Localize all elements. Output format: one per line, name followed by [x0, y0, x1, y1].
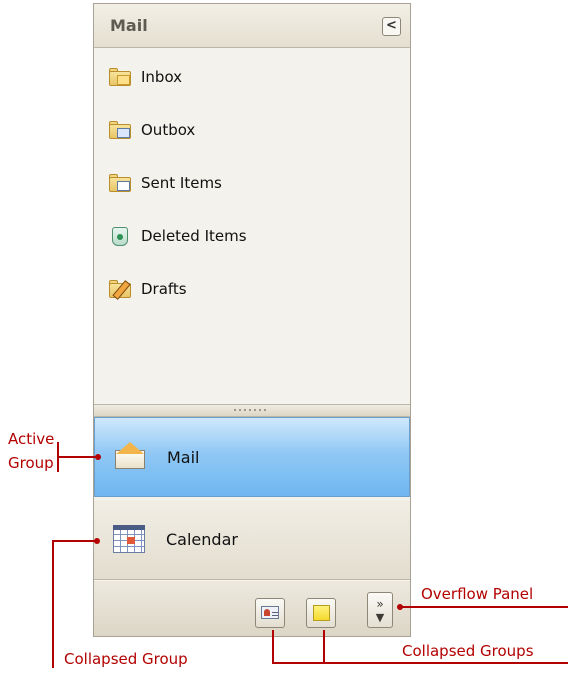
splitter-handle[interactable] — [94, 404, 410, 417]
overflow-panel: » ▼ — [94, 581, 410, 636]
group-mail-active[interactable]: Mail — [94, 417, 410, 497]
callout-dot — [95, 454, 101, 460]
callout-line — [52, 540, 54, 668]
grip-dots-icon — [234, 409, 268, 411]
navbar-header: Mail < — [94, 4, 410, 48]
navigation-bar: Mail < Inbox Outbox Sent Items Deleted I… — [93, 3, 411, 637]
overflow-menu-button[interactable]: » ▼ — [367, 592, 393, 628]
sent-folder-icon — [108, 172, 132, 194]
mail-envelope-icon — [113, 442, 147, 472]
callout-dot — [397, 604, 403, 610]
folder-item-label: Inbox — [141, 68, 183, 86]
folder-item-sent-items[interactable]: Sent Items — [108, 170, 398, 196]
folder-item-inbox[interactable]: Inbox — [108, 64, 398, 90]
callout-line — [272, 662, 568, 664]
group-label: Calendar — [166, 530, 238, 549]
folder-item-label: Outbox — [141, 121, 196, 139]
callout-active-group-line1: Active — [8, 430, 55, 448]
callout-overflow-panel: Overflow Panel — [421, 585, 534, 603]
double-chevron-icon: » — [376, 597, 384, 611]
callout-line — [57, 456, 98, 458]
recycle-bin-icon — [108, 225, 132, 247]
collapse-button[interactable]: < — [382, 17, 401, 36]
callout-active-group-line2: Group — [8, 454, 54, 472]
callout-line — [400, 606, 568, 608]
inbox-folder-icon — [108, 66, 132, 88]
group-calendar[interactable]: Calendar — [94, 500, 410, 580]
callout-dot — [94, 538, 100, 544]
folder-item-label: Sent Items — [141, 174, 222, 192]
folder-item-label: Drafts — [141, 280, 187, 298]
folder-item-outbox[interactable]: Outbox — [108, 117, 398, 143]
calendar-icon — [112, 524, 146, 555]
folder-item-deleted-items[interactable]: Deleted Items — [108, 223, 398, 249]
folder-item-drafts[interactable]: Drafts — [108, 276, 398, 302]
callout-collapsed-groups: Collapsed Groups — [402, 642, 534, 660]
group-label: Mail — [167, 447, 200, 467]
dropdown-arrow-icon: ▼ — [375, 611, 385, 624]
notes-icon — [313, 605, 330, 621]
folder-item-label: Deleted Items — [141, 227, 247, 245]
callout-collapsed-group: Collapsed Group — [64, 650, 188, 668]
callout-line — [272, 630, 274, 663]
collapsed-group-contacts-button[interactable] — [255, 598, 285, 628]
callout-line — [52, 540, 96, 542]
navbar-title: Mail — [110, 16, 148, 35]
drafts-folder-icon — [108, 278, 132, 300]
callout-line — [323, 630, 325, 663]
collapsed-group-notes-button[interactable] — [306, 598, 336, 628]
outbox-folder-icon — [108, 119, 132, 141]
